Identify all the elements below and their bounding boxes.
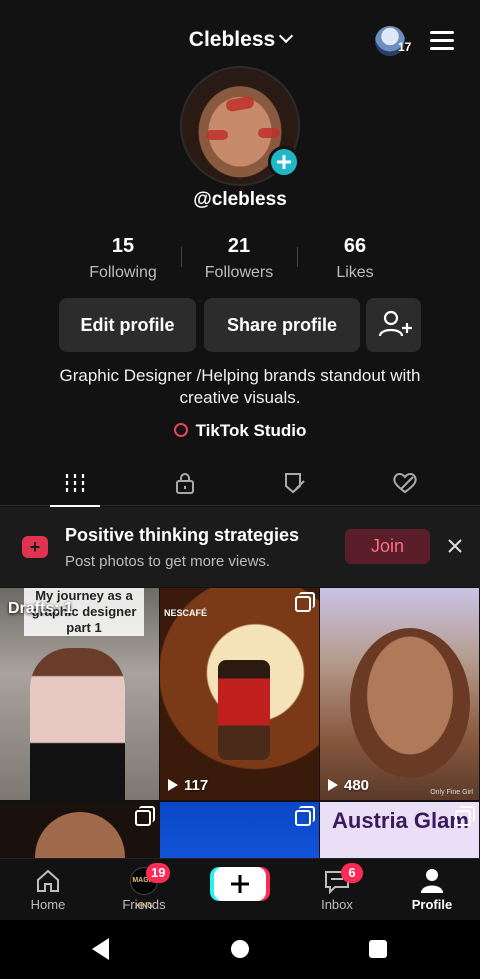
nav-profile[interactable]: Profile xyxy=(384,859,480,921)
tab-private[interactable] xyxy=(130,460,240,506)
stat-label: Followers xyxy=(204,264,274,281)
tab-videos[interactable] xyxy=(20,460,130,507)
thumbnail-text: Austria Glam xyxy=(332,808,469,833)
view-count: 117 xyxy=(168,777,208,794)
profile-tabs xyxy=(0,460,480,507)
thumbnail-brand: NESCAFÉ xyxy=(164,608,208,618)
chevron-down-icon xyxy=(279,28,294,44)
nav-inbox[interactable]: 6 Inbox xyxy=(289,859,385,921)
stat-label: Following xyxy=(89,264,157,281)
nav-friends[interactable]: MAGIC KING 19 Friends xyxy=(96,859,192,921)
photo-carousel-icon xyxy=(455,806,475,826)
video-thumbnail[interactable] xyxy=(0,802,159,858)
video-thumbnail-drafts[interactable]: My journey as a graphic designer part 1 … xyxy=(0,588,159,800)
photo-carousel-icon xyxy=(295,806,315,826)
add-friend-button[interactable] xyxy=(366,298,421,352)
add-friend-icon xyxy=(378,310,412,337)
camera-icon xyxy=(22,536,48,558)
share-profile-button[interactable]: Share profile xyxy=(204,298,360,352)
back-icon[interactable] xyxy=(92,938,109,960)
stat-value: 66 xyxy=(343,235,367,257)
studio-icon xyxy=(173,423,188,437)
stat-value: 21 xyxy=(227,235,251,257)
menu-icon[interactable] xyxy=(430,31,454,51)
tag-eye-icon xyxy=(285,473,305,494)
stat-likes[interactable]: 66 Likes xyxy=(295,235,415,282)
profile-handle: @clebless xyxy=(193,189,287,210)
nav-label: Friends xyxy=(122,897,166,912)
view-count: 480 xyxy=(328,777,369,794)
tiktok-studio-link[interactable]: TikTok Studio xyxy=(0,421,480,441)
photo-carousel-icon xyxy=(295,592,315,612)
nav-label: Profile xyxy=(411,897,453,912)
videos-grid-icon xyxy=(65,474,85,492)
video-grid: My journey as a graphic designer part 1 … xyxy=(0,588,480,858)
tab-liked[interactable] xyxy=(350,460,460,506)
video-thumbnail[interactable]: NESCAFÉ 117 xyxy=(160,588,319,800)
nav-label: Home xyxy=(30,897,66,912)
drafts-label: Drafts: 1 xyxy=(8,600,73,617)
video-thumbnail[interactable]: Austria Glam xyxy=(320,802,479,858)
banner-subtitle: Post photos to get more views. xyxy=(65,553,271,570)
home-icon xyxy=(37,869,59,892)
inbox-badge: 6 xyxy=(341,863,363,883)
edit-profile-button[interactable]: Edit profile xyxy=(59,298,196,352)
banner-title: Positive thinking strategies xyxy=(65,525,300,545)
bottom-nav: Home MAGIC KING 19 Friends 6 Inbox Profi… xyxy=(0,858,480,920)
studio-label: TikTok Studio xyxy=(195,421,307,440)
recents-icon[interactable] xyxy=(369,940,387,958)
thumbnail-tag: Only Fine Girl xyxy=(430,789,473,796)
photo-carousel-icon xyxy=(135,806,155,826)
friends-badge: 19 xyxy=(146,863,171,883)
home-circle-icon[interactable] xyxy=(231,940,249,958)
join-button[interactable]: Join xyxy=(345,529,430,564)
profile-icon xyxy=(421,869,443,893)
nav-home[interactable]: Home xyxy=(0,859,96,921)
video-thumbnail[interactable] xyxy=(160,802,319,858)
lock-icon xyxy=(176,473,194,494)
profile-bio: Graphic Designer /Helping brands standou… xyxy=(59,366,421,407)
profile-stats: 15 Following 21 Followers 66 Likes xyxy=(0,235,480,285)
system-nav-bar xyxy=(0,920,480,979)
create-button[interactable] xyxy=(214,867,266,901)
stat-following[interactable]: 15 Following xyxy=(63,235,183,282)
stat-label: Likes xyxy=(336,264,374,281)
stat-followers[interactable]: 21 Followers xyxy=(179,235,299,282)
notification-count: 17 xyxy=(398,40,412,54)
close-icon xyxy=(448,539,462,553)
tab-reposts[interactable] xyxy=(240,460,350,506)
close-banner-button[interactable] xyxy=(445,536,465,556)
stat-value: 15 xyxy=(111,235,135,257)
video-thumbnail[interactable]: Only Fine Girl 480 xyxy=(320,588,479,800)
add-story-icon[interactable] xyxy=(268,146,300,178)
liked-heart-icon xyxy=(393,473,417,494)
username-title: Clebless xyxy=(188,28,276,51)
nav-label: Inbox xyxy=(321,897,353,912)
